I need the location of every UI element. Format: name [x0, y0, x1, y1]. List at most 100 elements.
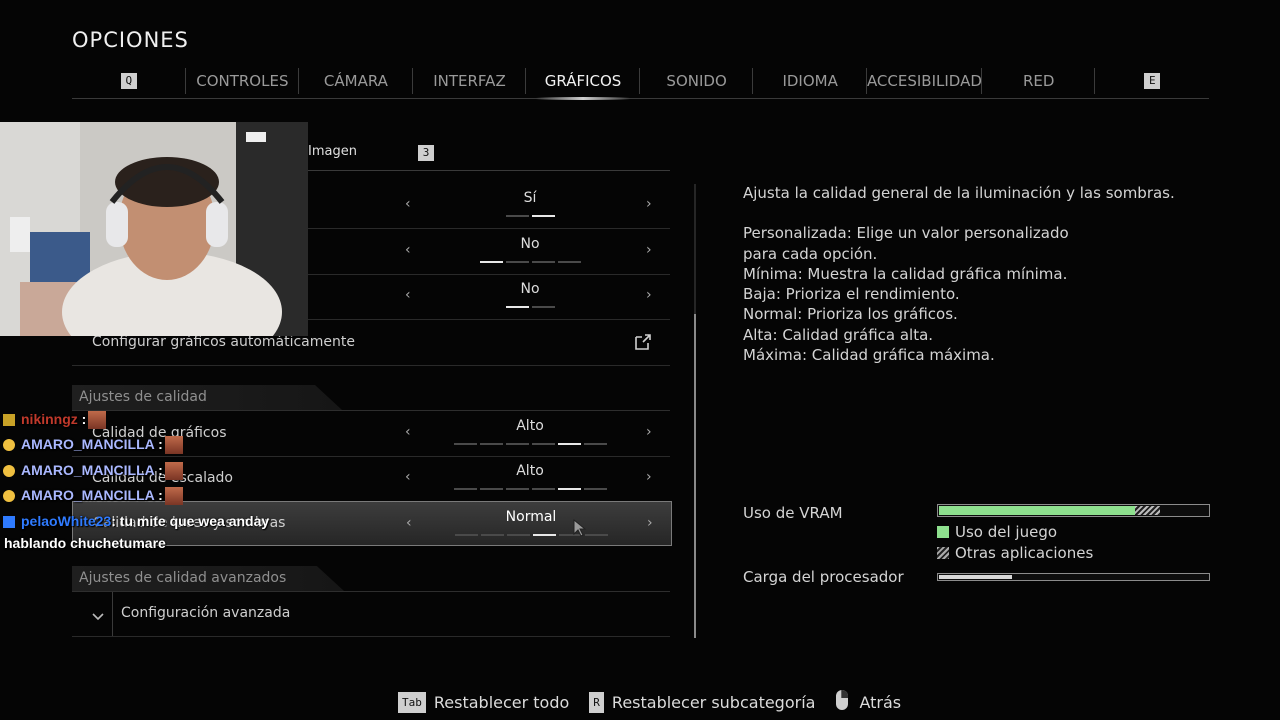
- description-intro: Ajusta la calidad general de la iluminac…: [743, 184, 1175, 202]
- vram-label: Uso de VRAM: [743, 504, 843, 522]
- tab-prev-key[interactable]: Q: [72, 64, 186, 98]
- level-indicator: [452, 261, 608, 263]
- tab-camara[interactable]: CÁMARA: [299, 64, 413, 98]
- description-line: Máxima: Calidad gráfica máxima.: [743, 346, 995, 365]
- crown-badge-icon: [3, 414, 15, 427]
- arrow-left-icon[interactable]: ‹: [406, 515, 412, 531]
- emote-icon: [88, 411, 107, 430]
- tab-red[interactable]: RED: [982, 64, 1096, 98]
- mouse-cursor-icon: [573, 518, 587, 541]
- arrow-right-icon[interactable]: ›: [646, 469, 652, 485]
- arrow-right-icon[interactable]: ›: [647, 515, 653, 531]
- scrollbar[interactable]: [694, 184, 696, 638]
- level-pip: [453, 443, 477, 445]
- description-line: Baja: Prioriza el rendimiento.: [743, 285, 960, 304]
- chat-text: :: [158, 487, 163, 503]
- q-key-icon: Q: [120, 73, 137, 89]
- chevron-down-icon[interactable]: [92, 607, 104, 626]
- chat-message: AMARO_MANCILLA :: [3, 436, 183, 455]
- chat-text: :: [158, 436, 163, 452]
- level-pip: [505, 261, 529, 263]
- level-pip: [453, 488, 477, 490]
- description-line: Alta: Calidad gráfica alta.: [743, 325, 934, 344]
- subtab-key-icon: 3: [418, 145, 434, 161]
- description-panel: Ajusta la calidad general de la iluminac…: [743, 183, 1213, 365]
- level-pip: [506, 534, 530, 536]
- vram-bar: [937, 504, 1210, 517]
- arrow-right-icon[interactable]: ›: [646, 424, 652, 440]
- tab-graficos[interactable]: GRÁFICOS: [526, 64, 640, 100]
- level-pip: [479, 488, 503, 490]
- option-value: Sí: [523, 190, 537, 206]
- chat-message: nikinngz :: [3, 411, 107, 430]
- level-indicator: [452, 488, 608, 490]
- arrow-right-icon[interactable]: ›: [646, 196, 652, 212]
- chat-username: AMARO_MANCILLA: [21, 487, 155, 503]
- cpu-fill: [939, 575, 1012, 579]
- level-pip: [505, 443, 529, 445]
- arrow-right-icon[interactable]: ›: [646, 242, 652, 258]
- option-value: Alto: [516, 418, 544, 434]
- chat-username: AMARO_MANCILLA: [21, 462, 155, 478]
- reset-all-button[interactable]: Restablecer todo: [434, 693, 569, 712]
- cpu-label: Carga del procesador: [743, 568, 904, 586]
- level-pip: [531, 443, 555, 445]
- chat-message: AMARO_MANCILLA :: [3, 462, 183, 481]
- advanced-config-label: Configuración avanzada: [121, 605, 291, 621]
- legend-game: Uso del juego: [937, 523, 1057, 541]
- legend-other: Otras aplicaciones: [937, 544, 1093, 562]
- chat-message: hablando chuchetumare: [4, 535, 166, 551]
- advanced-config-row[interactable]: Configuración avanzada: [72, 592, 670, 637]
- description-line: Normal: Prioriza los gráficos.: [743, 305, 958, 324]
- tab-interfaz[interactable]: INTERFAZ: [413, 64, 527, 98]
- level-pip: [531, 306, 555, 308]
- vram-other-fill: [1135, 506, 1160, 515]
- tab-accesibilidad[interactable]: ACCESIBILIDAD: [867, 64, 982, 98]
- chat-text: hablando chuchetumare: [4, 535, 166, 551]
- bulb-badge-icon: [3, 439, 15, 452]
- description-line: Personalizada: Elige un valor personaliz…: [743, 224, 1069, 243]
- arrow-left-icon[interactable]: ‹: [405, 196, 411, 212]
- scrollbar-thumb[interactable]: [694, 314, 696, 638]
- level-pip: [532, 534, 556, 536]
- advanced-section-title: Ajustes de calidad avanzados: [79, 570, 287, 586]
- divider: [112, 592, 113, 636]
- arrow-left-icon[interactable]: ‹: [405, 242, 411, 258]
- mouse-icon: [835, 689, 849, 715]
- tab-sonido[interactable]: SONIDO: [640, 64, 754, 98]
- tab-controles[interactable]: CONTROLES: [186, 64, 300, 98]
- arrow-right-icon[interactable]: ›: [646, 287, 652, 303]
- level-pip: [531, 488, 555, 490]
- level-pip: [583, 443, 607, 445]
- level-pip: [480, 534, 504, 536]
- emote-icon: [164, 436, 183, 455]
- tab-idioma[interactable]: IDIOMA: [753, 64, 867, 98]
- vram-game-fill: [939, 506, 1136, 515]
- reset-subcategory-button[interactable]: Restablecer subcategoría: [612, 693, 816, 712]
- level-pip: [479, 261, 503, 263]
- badge-icon: [3, 516, 15, 529]
- e-key-icon: E: [1144, 73, 1161, 89]
- chat-username: pelaoWhite23: [21, 513, 112, 529]
- chat-message: pelaoWhite23: tu mite que wea anday: [3, 513, 269, 529]
- arrow-left-icon[interactable]: ‹: [405, 469, 411, 485]
- tab-key-icon: Tab: [398, 691, 426, 713]
- subtab-imagen[interactable]: Imagen: [308, 144, 357, 159]
- legend-other-label: Otras aplicaciones: [955, 544, 1094, 562]
- external-link-icon: [634, 333, 652, 355]
- level-pip: [454, 534, 478, 536]
- level-pip: [505, 215, 529, 217]
- tab-next-key[interactable]: E: [1095, 64, 1209, 98]
- bulb-badge-icon: [3, 465, 15, 478]
- level-pip: [531, 261, 555, 263]
- arrow-left-icon[interactable]: ‹: [405, 287, 411, 303]
- webcam-overlay: [0, 122, 308, 336]
- back-button[interactable]: Atrás: [859, 693, 901, 712]
- arrow-left-icon[interactable]: ‹: [405, 424, 411, 440]
- bulb-badge-icon: [3, 490, 15, 503]
- chat-text: :: [158, 462, 163, 478]
- quality-section-title: Ajustes de calidad: [79, 389, 207, 405]
- streamer-webcam-image: [0, 122, 308, 336]
- level-pip: [531, 215, 555, 217]
- legend-game-label: Uso del juego: [955, 523, 1058, 541]
